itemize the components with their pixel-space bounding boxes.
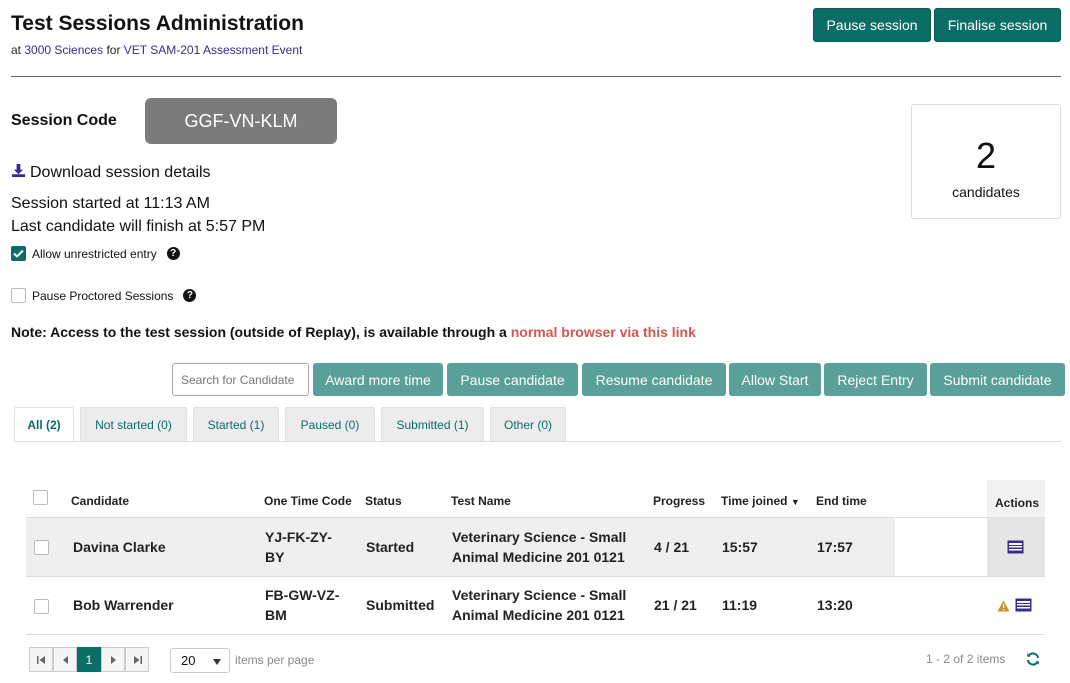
candidate-search-input[interactable] <box>172 363 309 396</box>
tab-not-started[interactable]: Not started (0) <box>80 407 187 441</box>
award-more-time-button[interactable]: Award more time <box>313 363 443 396</box>
test-name: Veterinary Science - Small Animal Medici… <box>452 527 626 567</box>
details-icon[interactable] <box>1015 598 1032 617</box>
tab-submitted[interactable]: Submitted (1) <box>381 407 484 441</box>
chevron-down-icon <box>213 659 221 665</box>
download-label: Download session details <box>30 164 211 181</box>
last-page-icon <box>133 655 142 664</box>
candidate-name: Davina Clarke <box>73 539 166 555</box>
refresh-icon[interactable] <box>1026 652 1040 671</box>
progress: 21 / 21 <box>654 597 697 613</box>
note-text: Note: Access to the test session (outsid… <box>11 324 507 340</box>
page-size-select[interactable]: 20 <box>170 648 230 673</box>
test-name: Veterinary Science - Small Animal Medici… <box>452 585 626 625</box>
test-line: Animal Medicine 201 0121 <box>452 549 625 565</box>
column-header-progress[interactable]: Progress <box>653 494 705 508</box>
column-header-candidate[interactable]: Candidate <box>71 494 129 508</box>
next-page-icon <box>110 655 116 664</box>
time-joined: 15:57 <box>722 539 758 555</box>
test-line: Veterinary Science - Small <box>452 529 627 545</box>
allow-unrestricted-row: Allow unrestricted entry ? <box>11 246 180 261</box>
tab-divider <box>14 441 1061 442</box>
page-number-button[interactable]: 1 <box>77 647 101 672</box>
column-header-status[interactable]: Status <box>365 494 402 508</box>
row-checkbox[interactable] <box>34 540 49 555</box>
access-note: Note: Access to the test session (outsid… <box>11 324 696 340</box>
page-title: Test Sessions Administration <box>11 12 304 35</box>
download-icon <box>11 163 26 183</box>
candidate-count: 2 <box>975 135 997 176</box>
page-size-value: 20 <box>181 653 196 668</box>
resume-candidate-button[interactable]: Resume candidate <box>582 363 726 396</box>
select-all-checkbox[interactable] <box>33 490 48 505</box>
row-checkbox[interactable] <box>34 599 49 614</box>
column-header-end[interactable]: End time <box>816 494 867 508</box>
end-time: 13:20 <box>817 597 853 613</box>
last-finish-text: Last candidate will finish at 5:57 PM <box>11 218 266 235</box>
event-link[interactable]: VET SAM-201 Assessment Event <box>124 43 303 57</box>
pause-candidate-button[interactable]: Pause candidate <box>447 363 578 396</box>
session-code: GGF-VN-KLM <box>145 98 337 144</box>
code-line: BM <box>265 607 287 623</box>
column-header-joined[interactable]: Time joined ▼ <box>721 494 800 508</box>
code-line: YJ-FK-ZY- <box>265 529 332 545</box>
column-header-test[interactable]: Test Name <box>451 494 511 508</box>
next-page-button[interactable] <box>101 647 125 672</box>
tab-started[interactable]: Started (1) <box>193 407 279 441</box>
subtitle-at: at <box>11 43 22 57</box>
allow-unrestricted-label: Allow unrestricted entry <box>32 246 157 261</box>
event-subtitle: at 3000 Sciences for VET SAM-201 Assessm… <box>11 43 302 57</box>
last-page-button[interactable] <box>125 647 149 672</box>
session-code-label: Session Code <box>11 112 117 129</box>
help-icon[interactable]: ? <box>166 247 180 260</box>
pause-session-button[interactable]: Pause session <box>813 8 931 42</box>
test-line: Veterinary Science - Small <box>452 587 627 603</box>
prev-page-icon <box>62 655 68 664</box>
submit-candidate-button[interactable]: Submit candidate <box>930 363 1065 396</box>
pager-summary: 1 - 2 of 2 items <box>926 652 1006 666</box>
progress: 4 / 21 <box>654 539 690 555</box>
items-per-page-label: items per page <box>235 653 315 667</box>
column-header-code[interactable]: One Time Code <box>264 494 352 508</box>
test-line: Animal Medicine 201 0121 <box>452 607 625 623</box>
tab-paused[interactable]: Paused (0) <box>285 407 375 441</box>
joined-label: Time joined <box>721 494 788 508</box>
status: Submitted <box>366 597 435 613</box>
pause-proctored-label: Pause Proctored Sessions <box>32 288 174 303</box>
row-divider <box>26 634 1045 635</box>
header-divider <box>11 76 1061 77</box>
candidate-name: Bob Warrender <box>73 597 174 613</box>
status: Started <box>366 539 415 555</box>
check-icon <box>13 249 24 258</box>
one-time-code: YJ-FK-ZY- BY <box>265 527 332 567</box>
browser-link[interactable]: normal browser via this link <box>511 324 696 340</box>
code-line: FB-GW-VZ- <box>265 587 340 603</box>
subtitle-for: for <box>106 43 121 57</box>
column-header-actions: Actions <box>995 496 1040 510</box>
end-time: 17:57 <box>817 539 853 555</box>
allow-unrestricted-checkbox[interactable] <box>11 246 26 261</box>
candidate-count-label: candidates <box>952 184 1020 200</box>
tab-all[interactable]: All (2) <box>14 407 74 442</box>
prev-page-button[interactable] <box>53 647 77 672</box>
one-time-code: FB-GW-VZ- BM <box>265 585 339 625</box>
allow-start-button[interactable]: Allow Start <box>729 363 821 396</box>
candidate-count-card: 2 candidates <box>911 104 1061 219</box>
time-joined: 11:19 <box>722 597 758 613</box>
download-session-details-link[interactable]: Download session details <box>11 163 211 183</box>
first-page-button[interactable] <box>29 647 53 672</box>
tab-other[interactable]: Other (0) <box>490 407 566 441</box>
warning-icon[interactable] <box>997 599 1010 617</box>
code-line: BY <box>265 549 285 565</box>
first-page-icon <box>36 655 45 664</box>
reject-entry-button[interactable]: Reject Entry <box>824 363 927 396</box>
sort-desc-icon: ▼ <box>790 497 800 507</box>
help-icon[interactable]: ? <box>183 289 197 302</box>
org-link[interactable]: 3000 Sciences <box>24 43 103 57</box>
pause-proctored-checkbox[interactable] <box>11 288 26 303</box>
details-icon[interactable] <box>1007 540 1024 559</box>
session-started-text: Session started at 11:13 AM <box>11 195 210 212</box>
finalise-session-button[interactable]: Finalise session <box>934 8 1061 42</box>
pause-proctored-row: Pause Proctored Sessions ? <box>11 288 197 303</box>
